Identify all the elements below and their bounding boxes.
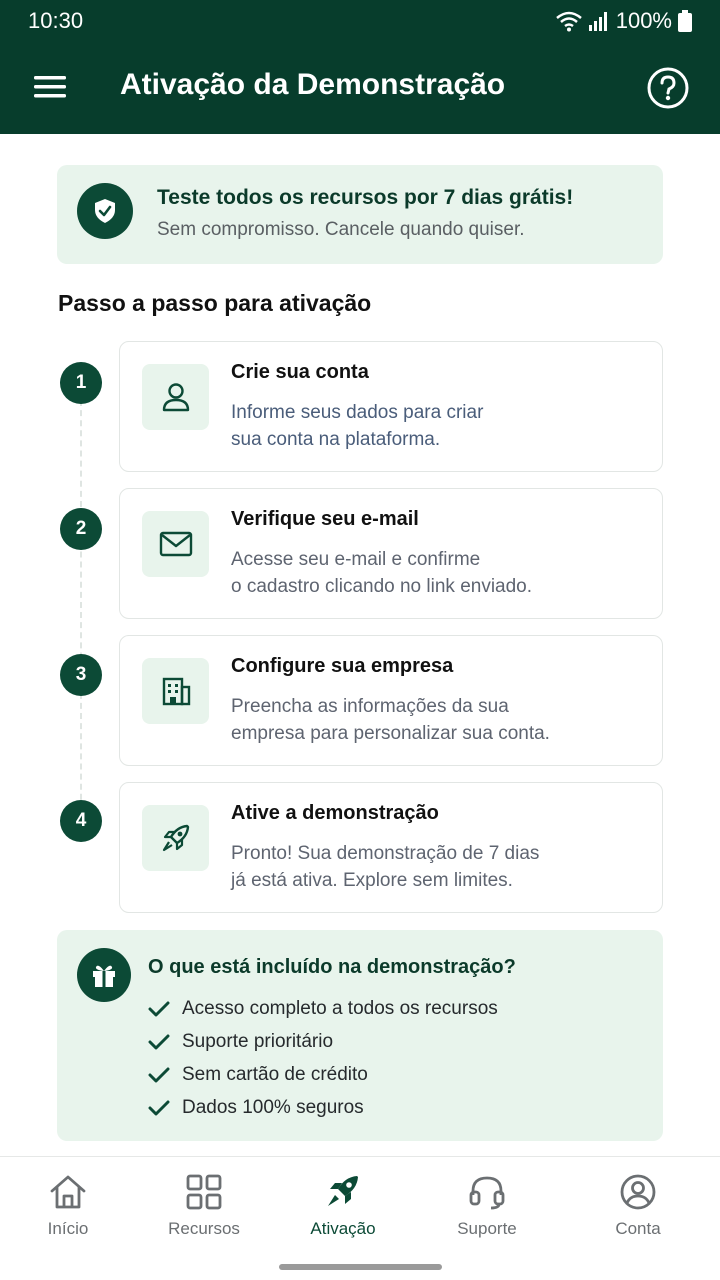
list-item: Suporte prioritário bbox=[148, 1025, 498, 1058]
included-title: O que está incluído na demonstração? bbox=[148, 956, 516, 978]
step-title: Configure sua empresa bbox=[231, 655, 454, 677]
step-description-line: Informe seus dados para criar bbox=[231, 402, 484, 423]
nav-label: Início bbox=[47, 1219, 89, 1238]
menu-icon[interactable] bbox=[30, 70, 70, 104]
step-number-2: 2 bbox=[60, 508, 102, 550]
step-title: Crie sua conta bbox=[231, 361, 369, 383]
nav-label: Ativação bbox=[310, 1219, 376, 1238]
wifi-icon bbox=[555, 11, 582, 32]
step-card-activate-demo[interactable]: Ative a demonstração Pronto! Sua demonst… bbox=[119, 782, 663, 913]
step-description: Pronto! Sua demonstração de 7 dias já es… bbox=[231, 840, 539, 894]
step-description-line: empresa para personalizar sua conta. bbox=[231, 723, 550, 744]
nav-label: Suporte bbox=[457, 1219, 517, 1238]
home-indicator[interactable] bbox=[279, 1264, 442, 1270]
battery-icon bbox=[678, 10, 692, 32]
rocket-icon bbox=[328, 1176, 358, 1206]
mail-icon bbox=[142, 511, 209, 577]
status-bar: 10:30 100% bbox=[0, 0, 720, 40]
shield-icon bbox=[77, 183, 133, 239]
page-title: Ativação da Demonstração bbox=[120, 68, 506, 101]
gift-icon bbox=[77, 948, 131, 1002]
nav-item-conta[interactable]: Conta bbox=[578, 1173, 698, 1239]
step-description-line: o cadastro clicando no link enviado. bbox=[231, 576, 533, 597]
status-time: 10:30 bbox=[28, 8, 84, 33]
included-list: Acesso completo a todos os recursos Supo… bbox=[148, 992, 498, 1124]
status-icons: 100% bbox=[555, 8, 692, 34]
building-icon bbox=[142, 658, 209, 724]
nav-item-suporte[interactable]: Suporte bbox=[427, 1173, 547, 1239]
included-item-text: Dados 100% seguros bbox=[182, 1096, 364, 1118]
step-title: Ative a demonstração bbox=[231, 802, 439, 824]
step-number-4: 4 bbox=[60, 800, 102, 842]
account-icon bbox=[620, 1174, 656, 1210]
nav-label: Recursos bbox=[168, 1219, 240, 1238]
home-icon bbox=[50, 1175, 86, 1209]
step-description-line: Acesse seu e-mail e confirme bbox=[231, 549, 481, 570]
check-icon bbox=[148, 1100, 170, 1115]
rocket-icon bbox=[142, 805, 209, 871]
trial-banner: Teste todos os recursos por 7 dias gráti… bbox=[57, 165, 663, 264]
trial-title: Teste todos os recursos por 7 dias gráti… bbox=[157, 186, 574, 209]
step-card-configure-company[interactable]: Configure sua empresa Preencha as inform… bbox=[119, 635, 663, 766]
list-item: Dados 100% seguros bbox=[148, 1091, 498, 1124]
step-description-line: Preencha as informações da sua bbox=[231, 696, 509, 717]
check-icon bbox=[148, 1034, 170, 1049]
list-item: Acesso completo a todos os recursos bbox=[148, 992, 498, 1025]
included-item-text: Suporte prioritário bbox=[182, 1030, 334, 1052]
trial-subtitle: Sem compromisso. Cancele quando quiser. bbox=[157, 219, 525, 240]
step-card-create-account[interactable]: Crie sua conta Informe seus dados para c… bbox=[119, 341, 663, 472]
step-title: Verifique seu e-mail bbox=[231, 508, 419, 530]
list-item: Sem cartão de crédito bbox=[148, 1058, 498, 1091]
included-box: O que está incluído na demonstração? Ace… bbox=[57, 930, 663, 1141]
step-description: Informe seus dados para criar sua conta … bbox=[231, 399, 483, 453]
step-number-3: 3 bbox=[60, 654, 102, 696]
step-card-verify-email[interactable]: Verifique seu e-mail Acesse seu e-mail e… bbox=[119, 488, 663, 619]
grid-icon bbox=[186, 1174, 222, 1210]
step-description-line: sua conta na plataforma. bbox=[231, 429, 441, 450]
included-item-text: Acesso completo a todos os recursos bbox=[182, 997, 498, 1019]
step-description-line: já está ativa. Explore sem limites. bbox=[231, 870, 513, 891]
nav-item-recursos[interactable]: Recursos bbox=[144, 1173, 264, 1239]
included-item-text: Sem cartão de crédito bbox=[182, 1063, 368, 1085]
nav-item-inicio[interactable]: Início bbox=[8, 1173, 128, 1239]
step-description-line: Pronto! Sua demonstração de 7 dias bbox=[231, 843, 540, 864]
nav-label: Conta bbox=[615, 1219, 661, 1238]
timeline-line bbox=[80, 400, 82, 820]
check-icon bbox=[148, 1001, 170, 1016]
step-number-1: 1 bbox=[60, 362, 102, 404]
headset-icon bbox=[469, 1176, 505, 1210]
step-description: Preencha as informações da sua empresa p… bbox=[231, 693, 550, 747]
app-bar: Ativação da Demonstração bbox=[0, 40, 720, 134]
step-description: Acesse seu e-mail e confirme o cadastro … bbox=[231, 546, 532, 600]
section-title: Passo a passo para ativação bbox=[58, 290, 372, 316]
bottom-nav: Início Recursos Ativação Suporte Conta bbox=[0, 1156, 720, 1280]
user-icon bbox=[142, 364, 209, 430]
check-icon bbox=[148, 1067, 170, 1082]
signal-icon bbox=[588, 12, 607, 31]
nav-item-ativacao[interactable]: Ativação bbox=[283, 1173, 403, 1239]
battery-percent: 100% bbox=[615, 8, 672, 33]
help-icon[interactable] bbox=[646, 66, 690, 110]
